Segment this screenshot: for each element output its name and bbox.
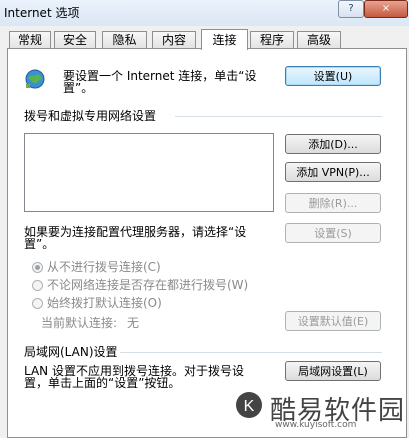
dialup-heading: 拨号和虚拟专用网络设置 xyxy=(24,109,157,123)
lan-heading: 局域网(LAN)设置 xyxy=(24,345,118,359)
proxy-text-line1: 如果要为连接配置代理服务器，请选择“设 xyxy=(24,225,247,239)
remove-button[interactable]: 删除(R)... xyxy=(285,193,381,213)
radio-never-dial[interactable] xyxy=(32,262,43,273)
watermark: K 酷易软件园 www.kuyisoft.com xyxy=(230,386,409,436)
add-button[interactable]: 添加(D)... xyxy=(285,134,381,154)
current-default-label: 当前默认连接: xyxy=(41,316,118,330)
radio-dial-whenever[interactable] xyxy=(32,280,43,291)
panel-content: 要设置一个 Internet 连接，单击“设 置”。 设置(U) 拨号和虚拟专用… xyxy=(0,0,409,436)
setup-button[interactable]: 设置(U) xyxy=(285,66,381,86)
radio-always-dial[interactable] xyxy=(32,298,43,309)
radio-never-dial-label: 从不进行拨号连接(C) xyxy=(47,260,161,274)
radio-always-dial-label: 始终拨打默认连接(O) xyxy=(47,296,162,310)
add-vpn-button[interactable]: 添加 VPN(P)... xyxy=(285,162,381,182)
lan-separator xyxy=(120,352,382,353)
connections-list[interactable] xyxy=(24,133,274,212)
current-default-value: 无 xyxy=(127,316,140,330)
internet-globe-icon xyxy=(25,69,45,89)
dialup-separator xyxy=(175,116,382,117)
watermark-url: www.kuyisoft.com xyxy=(275,420,357,430)
svg-text:K: K xyxy=(244,398,255,415)
setup-text-line2: 置”。 xyxy=(63,81,94,95)
radio-dial-whenever-label: 不论网络连接是否存在都进行拨号(W) xyxy=(47,278,249,292)
lan-settings-button[interactable]: 局域网设置(L) xyxy=(285,361,381,381)
settings-button[interactable]: 设置(S) xyxy=(285,223,381,243)
watermark-logo: K xyxy=(236,392,262,418)
lan-text-line2: 置，单击上面的“设置”按钮。 xyxy=(24,376,181,390)
set-default-button[interactable]: 设置默认值(E) xyxy=(285,311,381,331)
proxy-text-line2: 置”。 xyxy=(24,237,55,251)
